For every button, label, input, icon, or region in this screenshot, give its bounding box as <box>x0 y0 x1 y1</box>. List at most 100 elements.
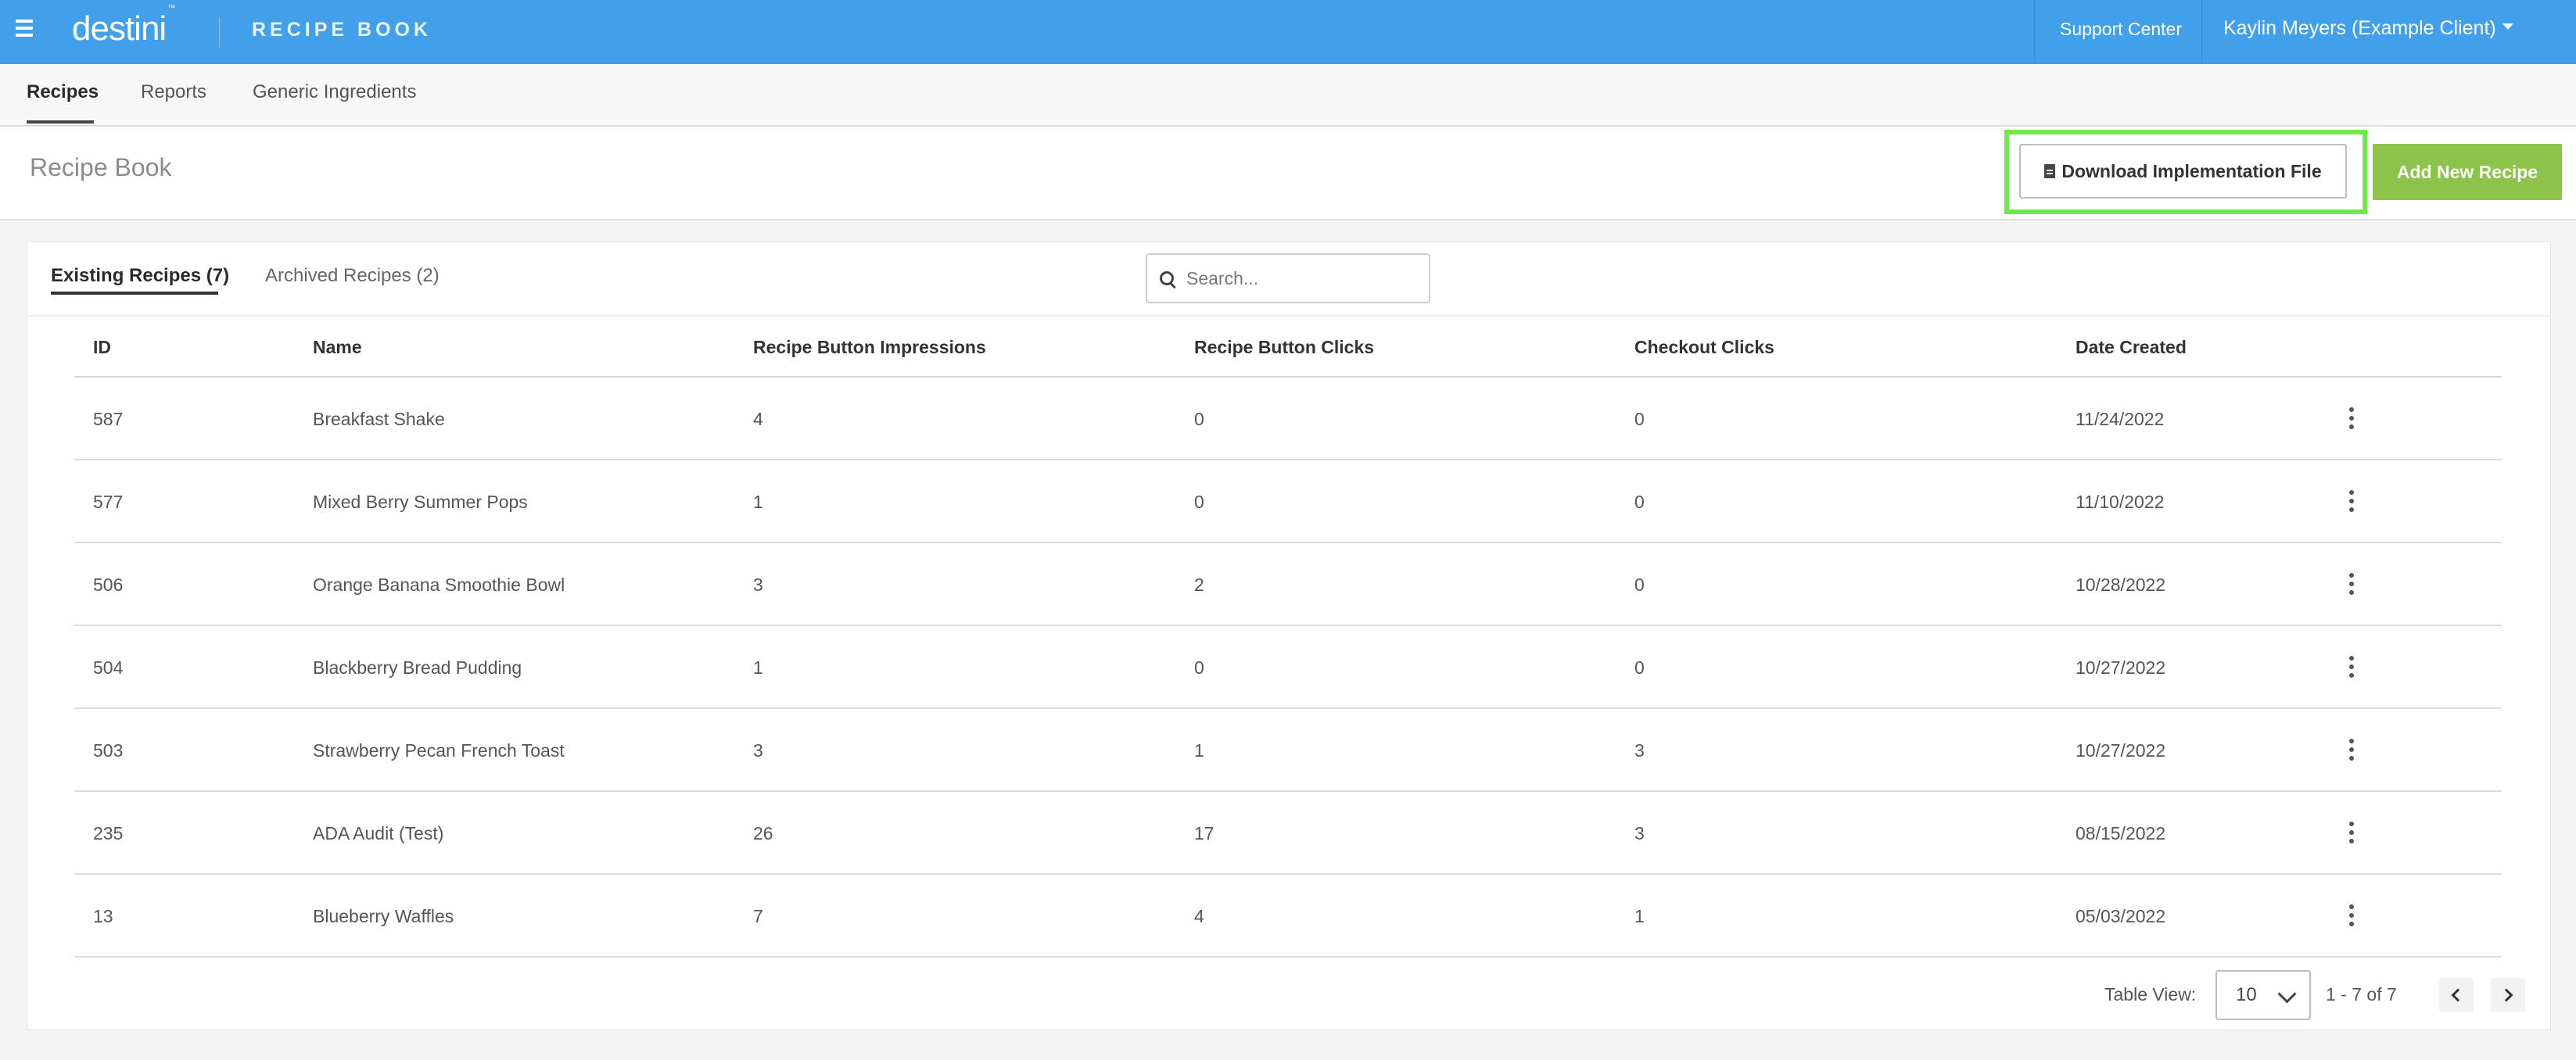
cell-button-clicks: 1 <box>1194 740 1204 761</box>
table-row[interactable]: 506 Orange Banana Smoothie Bowl 3 2 0 10/28/2… <box>74 543 2502 626</box>
table-header: ID Name Recipe Button Impressions Recipe… <box>74 317 2502 378</box>
tab-existing-recipes[interactable]: Existing Recipes (7) <box>51 265 229 287</box>
kebab-dot <box>2349 822 2354 826</box>
kebab-dot <box>2349 913 2354 918</box>
app-title: RECIPE BOOK <box>252 19 432 41</box>
previous-page-button[interactable] <box>2439 978 2474 1012</box>
active-tab-indicator <box>51 292 218 295</box>
cell-date-created: 11/10/2022 <box>2076 492 2165 512</box>
header-separator <box>2034 0 2035 64</box>
table-row[interactable]: 235 ADA Audit (Test) 26 17 3 08/15/2022 <box>74 792 2502 875</box>
logo[interactable]: destini™ <box>72 4 175 48</box>
kebab-dot <box>2349 904 2354 909</box>
more-options-icon[interactable] <box>2342 407 2361 429</box>
table-view-select[interactable]: 10 <box>2215 970 2311 1020</box>
tab-reports[interactable]: Reports <box>141 81 206 103</box>
cell-button-clicks: 4 <box>1194 906 1204 926</box>
cell-impressions: 7 <box>753 906 763 926</box>
table-row[interactable]: 577 Mixed Berry Summer Pops 1 0 0 11/10/2022 <box>74 460 2502 543</box>
cell-checkout-clicks: 0 <box>1634 409 1645 429</box>
cell-button-clicks: 0 <box>1194 492 1204 512</box>
tab-generic-ingredients[interactable]: Generic Ingredients <box>253 81 416 103</box>
cell-button-clicks: 0 <box>1194 409 1204 429</box>
menu-icon[interactable] <box>16 20 33 37</box>
more-options-icon[interactable] <box>2342 739 2361 761</box>
recipe-tabs: Existing Recipes (7) Archived Recipes (2… <box>27 242 2550 317</box>
cell-id: 13 <box>93 906 113 926</box>
kebab-dot <box>2349 739 2354 743</box>
add-new-recipe-button[interactable]: Add New Recipe <box>2373 144 2562 200</box>
user-menu[interactable]: Kaylin Meyers (Example Client) <box>2223 17 2513 40</box>
more-options-icon[interactable] <box>2342 904 2361 926</box>
cell-id: 506 <box>93 575 124 595</box>
kebab-dot <box>2349 407 2354 412</box>
cell-checkout-clicks: 3 <box>1634 740 1645 761</box>
cell-impressions: 1 <box>753 657 763 678</box>
recipes-table: ID Name Recipe Button Impressions Recipe… <box>74 317 2502 958</box>
kebab-dot <box>2349 416 2354 421</box>
cell-button-clicks: 17 <box>1194 823 1214 843</box>
table-row[interactable]: 13 Blueberry Waffles 7 4 1 05/03/2022 <box>74 875 2502 958</box>
column-header-checkout-clicks[interactable]: Checkout Clicks <box>1634 337 1774 358</box>
cell-date-created: 05/03/2022 <box>2076 906 2166 926</box>
tab-recipes[interactable]: Recipes <box>27 81 99 103</box>
more-options-icon[interactable] <box>2342 573 2361 595</box>
column-header-id[interactable]: ID <box>93 337 111 358</box>
logo-text: destini <box>72 9 167 48</box>
column-header-date-created[interactable]: Date Created <box>2076 337 2187 358</box>
cell-impressions: 3 <box>753 575 763 595</box>
cell-date-created: 11/24/2022 <box>2076 409 2165 429</box>
kebab-dot <box>2349 839 2354 843</box>
logo-trademark: ™ <box>167 4 175 13</box>
header-divider <box>219 17 220 47</box>
table-row[interactable]: 504 Blackberry Bread Pudding 1 0 0 10/27/2022 <box>74 626 2502 709</box>
table-view-label: Table View: <box>2104 984 2197 1004</box>
cell-checkout-clicks: 0 <box>1634 492 1645 512</box>
table-body: 587 Breakfast Shake 4 0 0 11/24/2022 577 Mixed … <box>74 378 2502 958</box>
search-input[interactable] <box>1185 267 1415 290</box>
cell-name: Blackberry Bread Pudding <box>313 657 522 678</box>
cell-name: ADA Audit (Test) <box>313 823 444 843</box>
caret-down-icon <box>2502 23 2513 30</box>
sub-navigation: Recipes Reports Generic Ingredients <box>0 64 2576 127</box>
kebab-dot <box>2349 490 2354 495</box>
kebab-dot <box>2349 499 2354 503</box>
table-row[interactable]: 587 Breakfast Shake 4 0 0 11/24/2022 <box>74 378 2502 460</box>
download-button-label: Download Implementation File <box>2061 160 2322 181</box>
kebab-dot <box>2349 922 2354 926</box>
cell-impressions: 4 <box>753 409 763 429</box>
cell-name: Breakfast Shake <box>313 409 445 429</box>
column-header-button-clicks[interactable]: Recipe Button Clicks <box>1194 337 1374 358</box>
table-row[interactable]: 503 Strawberry Pecan French Toast 3 1 3 10/27… <box>74 709 2502 792</box>
more-options-icon[interactable] <box>2342 490 2361 512</box>
table-view-value: 10 <box>2236 984 2257 1005</box>
search-box[interactable] <box>1146 253 1430 303</box>
kebab-dot <box>2349 747 2354 752</box>
cell-checkout-clicks: 3 <box>1634 823 1645 843</box>
column-header-impressions[interactable]: Recipe Button Impressions <box>753 337 986 358</box>
page-title: Recipe Book <box>30 153 172 181</box>
cell-date-created: 10/27/2022 <box>2076 740 2166 761</box>
cell-button-clicks: 0 <box>1194 657 1204 678</box>
kebab-dot <box>2349 656 2354 661</box>
file-icon <box>2044 164 2056 178</box>
cell-impressions: 1 <box>753 492 763 512</box>
more-options-icon[interactable] <box>2342 822 2361 843</box>
cell-impressions: 3 <box>753 740 763 761</box>
kebab-dot <box>2349 507 2354 512</box>
cell-checkout-clicks: 0 <box>1634 657 1645 678</box>
support-center-link[interactable]: Support Center <box>2060 19 2182 40</box>
chevron-left-icon <box>2451 988 2465 1002</box>
cell-id: 587 <box>93 409 124 429</box>
cell-checkout-clicks: 0 <box>1634 575 1645 595</box>
header-separator <box>2201 0 2202 64</box>
recipes-card: Existing Recipes (7) Archived Recipes (2… <box>27 241 2551 1030</box>
next-page-button[interactable] <box>2491 978 2525 1012</box>
more-options-icon[interactable] <box>2342 656 2361 678</box>
kebab-dot <box>2349 582 2354 586</box>
active-tab-indicator <box>27 120 94 124</box>
kebab-dot <box>2349 590 2354 595</box>
column-header-name[interactable]: Name <box>313 337 362 358</box>
download-implementation-file-button[interactable]: Download Implementation File <box>2019 144 2347 199</box>
tab-archived-recipes[interactable]: Archived Recipes (2) <box>265 265 439 287</box>
